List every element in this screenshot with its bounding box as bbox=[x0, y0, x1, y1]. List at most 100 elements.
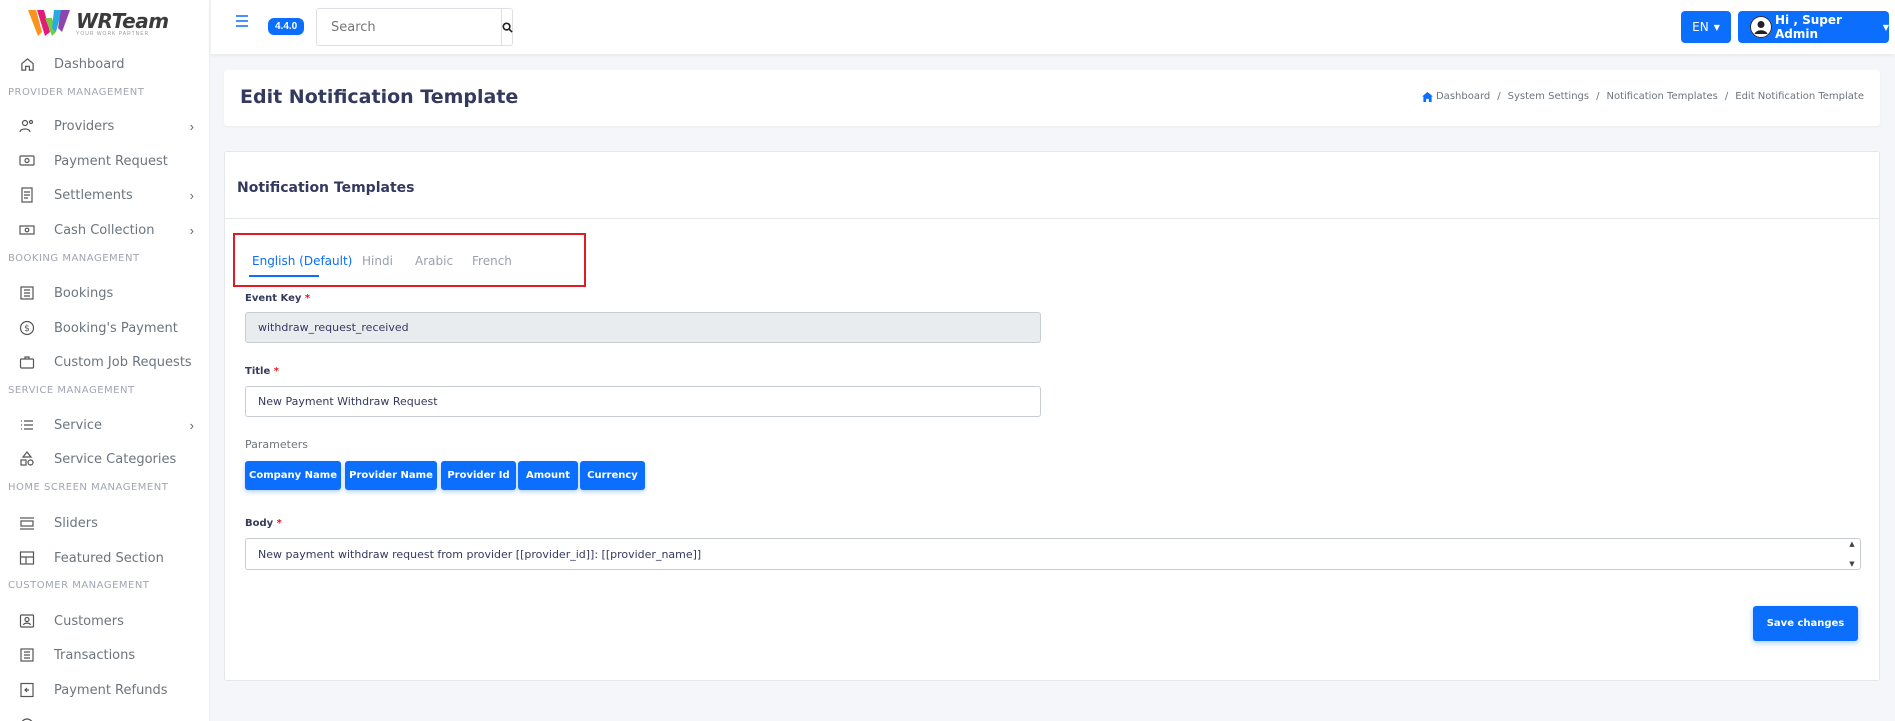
brand-logo[interactable]: WRTeam YOUR WORK PARTNER bbox=[28, 8, 169, 38]
brand-tagline: YOUR WORK PARTNER bbox=[76, 30, 150, 37]
divider bbox=[225, 218, 1879, 219]
search-box bbox=[316, 8, 513, 46]
receipt-icon bbox=[19, 187, 35, 203]
page-title: Edit Notification Template bbox=[240, 86, 519, 108]
chevron-right-icon: › bbox=[189, 222, 194, 238]
sidebar-item-payment-refunds[interactable]: Payment Refunds bbox=[0, 675, 209, 705]
search-icon bbox=[502, 21, 513, 33]
breadcrumb-separator: / bbox=[1724, 91, 1729, 102]
breadcrumb: Dashboard / System Settings / Notificati… bbox=[1422, 91, 1864, 102]
breadcrumb-separator: / bbox=[1596, 91, 1600, 102]
body-label: Body * bbox=[245, 518, 282, 529]
sidebar-item-label: Booking's Payment bbox=[54, 320, 178, 336]
sidebar-item-transactions[interactable]: Transactions bbox=[0, 640, 209, 670]
sidebar-item-service[interactable]: Service › bbox=[0, 410, 209, 440]
sidebar-item-label: Settlements bbox=[54, 187, 133, 203]
breadcrumb-system-settings[interactable]: System Settings bbox=[1508, 91, 1589, 102]
slider-icon bbox=[19, 515, 35, 531]
title-field[interactable]: New Payment Withdraw Request bbox=[245, 386, 1041, 417]
section-service-management: SERVICE MANAGEMENT bbox=[8, 385, 135, 396]
page-header: Edit Notification Template Dashboard / S… bbox=[224, 70, 1880, 126]
event-key-label: Event Key * bbox=[245, 293, 311, 304]
avatar bbox=[1750, 16, 1772, 38]
chevron-right-icon: › bbox=[189, 118, 194, 134]
breadcrumb-dashboard[interactable]: Dashboard bbox=[1436, 91, 1490, 102]
transactions-icon bbox=[19, 647, 35, 663]
sidebar-item-label: Dashboard bbox=[54, 56, 125, 72]
user-avatar-icon bbox=[1750, 16, 1772, 38]
sidebar-item-partial[interactable] bbox=[0, 710, 209, 721]
svg-text:$: $ bbox=[24, 324, 30, 334]
notification-template-card: Notification Templates English (Default)… bbox=[224, 151, 1880, 681]
sidebar-item-label: Payment Refunds bbox=[54, 682, 168, 698]
sidebar-item-dashboard[interactable]: Dashboard bbox=[0, 49, 209, 79]
param-amount-button[interactable]: Amount bbox=[518, 461, 578, 490]
chevron-right-icon: › bbox=[189, 417, 194, 433]
param-provider-name-button[interactable]: Provider Name bbox=[345, 461, 437, 490]
sidebar-item-label: Customers bbox=[54, 613, 124, 629]
param-provider-id-button[interactable]: Provider Id bbox=[441, 461, 516, 490]
dollar-icon: $ bbox=[19, 320, 35, 336]
language-dropdown[interactable]: EN ▼ bbox=[1681, 11, 1731, 43]
card-title: Notification Templates bbox=[237, 180, 415, 196]
sidebar-item-label: Bookings bbox=[54, 285, 114, 301]
menu-toggle-icon[interactable] bbox=[235, 12, 249, 33]
sidebar-item-label: Service Categories bbox=[54, 451, 177, 467]
parameters-label: Parameters bbox=[245, 438, 308, 451]
breadcrumb-current: Edit Notification Template bbox=[1735, 91, 1864, 102]
circle-icon bbox=[19, 717, 35, 721]
layout-icon bbox=[19, 550, 35, 566]
event-key-field[interactable]: withdraw_request_received bbox=[245, 312, 1041, 343]
sidebar-item-bookings-payment[interactable]: $ Booking's Payment bbox=[0, 313, 209, 343]
list-icon bbox=[19, 285, 35, 301]
user-menu[interactable]: Hi , Super Admin ▼ bbox=[1738, 11, 1889, 43]
sidebar-item-payment-request[interactable]: Payment Request bbox=[0, 146, 209, 176]
sidebar-item-sliders[interactable]: Sliders bbox=[0, 508, 209, 538]
sidebar-item-customers[interactable]: Customers bbox=[0, 606, 209, 636]
caret-down-icon: ▼ bbox=[1713, 22, 1720, 32]
save-changes-button[interactable]: Save changes bbox=[1753, 606, 1858, 641]
breadcrumb-notification-templates[interactable]: Notification Templates bbox=[1606, 91, 1717, 102]
customer-icon bbox=[19, 613, 35, 629]
brand-name: WRTeam bbox=[76, 8, 169, 33]
sidebar-item-label: Cash Collection bbox=[54, 222, 155, 238]
resize-spinner-icon[interactable]: ▲ ▼ bbox=[1846, 540, 1858, 568]
search-button[interactable] bbox=[502, 9, 513, 45]
body-text: New payment withdraw request from provid… bbox=[258, 547, 702, 561]
section-home-screen-management: HOME SCREEN MANAGEMENT bbox=[8, 482, 169, 493]
language-label: EN bbox=[1692, 20, 1709, 34]
sidebar-item-service-categories[interactable]: Service Categories bbox=[0, 444, 209, 474]
tab-arabic[interactable]: Arabic bbox=[415, 254, 453, 268]
cash-icon bbox=[19, 222, 35, 238]
sidebar-item-providers[interactable]: Providers › bbox=[0, 111, 209, 141]
search-input[interactable] bbox=[317, 9, 502, 45]
tab-english[interactable]: English (Default) bbox=[252, 254, 352, 268]
section-provider-management: PROVIDER MANAGEMENT bbox=[8, 87, 145, 98]
refund-icon bbox=[19, 682, 35, 698]
providers-icon bbox=[19, 118, 35, 134]
sidebar-item-bookings[interactable]: Bookings bbox=[0, 278, 209, 308]
topbar: 4.4.0 EN ▼ Hi , Super Admin ▼ bbox=[211, 0, 1895, 54]
body-textarea[interactable]: New payment withdraw request from provid… bbox=[245, 538, 1861, 570]
param-currency-button[interactable]: Currency bbox=[580, 461, 645, 490]
sidebar-item-label: Featured Section bbox=[54, 550, 164, 566]
section-booking-management: BOOKING MANAGEMENT bbox=[8, 253, 140, 264]
tab-french[interactable]: French bbox=[472, 254, 512, 268]
tab-hindi[interactable]: Hindi bbox=[362, 254, 393, 268]
sidebar-item-label: Providers bbox=[54, 118, 115, 134]
version-badge: 4.4.0 bbox=[268, 18, 305, 35]
chevron-right-icon: › bbox=[189, 187, 194, 203]
sidebar-item-label: Custom Job Requests bbox=[54, 354, 192, 370]
sidebar-item-custom-job-requests[interactable]: Custom Job Requests bbox=[0, 347, 209, 377]
sidebar-item-label: Service bbox=[54, 417, 103, 433]
param-company-name-button[interactable]: Company Name bbox=[245, 461, 341, 490]
sidebar: WRTeam YOUR WORK PARTNER Dashboard PROVI… bbox=[0, 0, 210, 721]
sidebar-item-cash-collection[interactable]: Cash Collection › bbox=[0, 215, 209, 245]
sidebar-item-featured-section[interactable]: Featured Section bbox=[0, 543, 209, 573]
home-icon bbox=[19, 56, 35, 72]
home-icon bbox=[1422, 91, 1433, 102]
wrteam-logo-icon bbox=[28, 10, 70, 36]
sidebar-item-label: Payment Request bbox=[54, 153, 168, 169]
sidebar-item-settlements[interactable]: Settlements › bbox=[0, 180, 209, 210]
breadcrumb-separator: / bbox=[1497, 91, 1501, 102]
